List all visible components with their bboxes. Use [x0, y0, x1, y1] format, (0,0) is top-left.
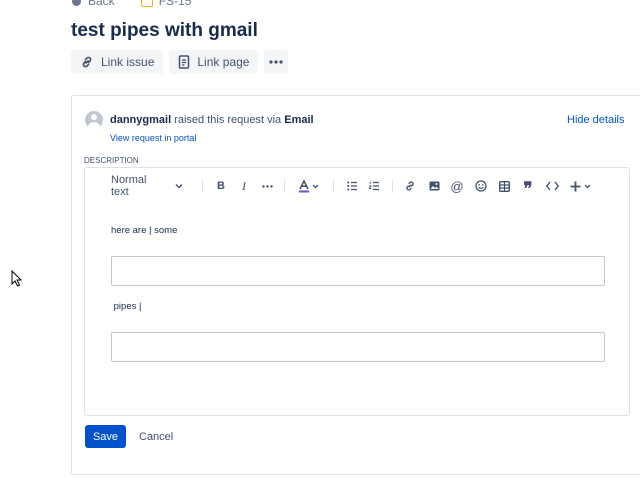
request-details-panel: dannygmail raised this request via Email…: [71, 95, 640, 475]
issue-key-link[interactable]: FS-15: [159, 0, 192, 8]
link-issue-button[interactable]: Link issue: [71, 50, 164, 74]
toolbar-divider: [202, 179, 203, 193]
bold-icon: B: [217, 180, 225, 192]
breadcrumb: Back FS-15: [72, 0, 191, 8]
editor-toolbar: Normal text B I @ ❞: [85, 168, 629, 204]
more-formatting-button[interactable]: [259, 178, 275, 194]
code-icon: [545, 181, 559, 191]
more-icon: [269, 60, 284, 64]
issue-type-icon: [140, 0, 153, 7]
insert-link-button[interactable]: [403, 178, 417, 194]
numbered-list-icon: [368, 181, 379, 191]
text-style-dropdown[interactable]: Normal text: [111, 174, 183, 198]
insert-image-button[interactable]: [427, 178, 441, 194]
text-style-label: Normal text: [111, 174, 147, 198]
page-icon: [179, 55, 190, 69]
insert-icon: [570, 181, 580, 191]
mention-button[interactable]: @: [450, 178, 464, 194]
link-page-label: Link page: [197, 55, 250, 69]
table-icon: [498, 180, 510, 192]
quote-icon: ❞: [523, 179, 533, 198]
insert-menu-button[interactable]: [569, 178, 591, 194]
bold-button[interactable]: B: [214, 178, 228, 194]
numbered-list-button[interactable]: [367, 178, 381, 194]
embedded-block[interactable]: [111, 332, 605, 362]
chevron-down-icon: [175, 184, 183, 189]
view-request-link[interactable]: View request in portal: [110, 133, 196, 143]
embedded-block[interactable]: [111, 256, 605, 286]
quote-button[interactable]: ❞: [521, 178, 535, 198]
toolbar-divider: [284, 179, 285, 193]
raised-via-text: raised this request via: [171, 114, 285, 126]
text-color-icon: [298, 179, 309, 192]
request-channel: Email: [284, 114, 314, 126]
request-raised-text: dannygmail raised this request via Email: [110, 114, 314, 126]
italic-button[interactable]: I: [237, 178, 251, 194]
toolbar-divider: [333, 179, 334, 193]
code-button[interactable]: [544, 178, 560, 194]
insert-table-button[interactable]: [497, 178, 511, 194]
more-formatting-icon: [261, 184, 273, 188]
link-icon: [82, 56, 92, 68]
emoji-icon: [475, 180, 487, 192]
save-button[interactable]: Save: [85, 425, 126, 448]
page-title: test pipes with gmail: [71, 20, 258, 41]
link-issue-label: Link issue: [101, 55, 155, 69]
cancel-button[interactable]: Cancel: [135, 425, 177, 448]
avatar: [85, 111, 103, 129]
bullet-list-button[interactable]: [345, 178, 359, 194]
description-line: here are | some: [111, 225, 178, 236]
mouse-cursor-icon: [11, 270, 22, 287]
italic-icon: I: [242, 178, 246, 193]
link-icon: [406, 181, 414, 191]
back-link[interactable]: Back: [88, 0, 115, 8]
mention-icon: @: [450, 178, 464, 194]
link-page-button[interactable]: Link page: [169, 50, 259, 74]
toolbar-divider: [392, 179, 393, 193]
back-icon[interactable]: [72, 0, 81, 6]
more-actions-button[interactable]: [264, 50, 289, 74]
emoji-button[interactable]: [474, 178, 488, 194]
chevron-down-icon: [584, 184, 590, 188]
text-color-button[interactable]: [296, 178, 320, 194]
issue-actions: Link issue Link page: [71, 50, 289, 74]
chevron-down-icon: [312, 184, 318, 188]
description-editor[interactable]: Normal text B I @ ❞ here are | some pipe…: [84, 167, 630, 416]
description-label: DESCRIPTION: [84, 156, 139, 165]
bullet-list-icon: [346, 181, 357, 191]
hide-details-link[interactable]: Hide details: [567, 114, 624, 126]
reporter-name[interactable]: dannygmail: [110, 114, 171, 126]
description-line: pipes |: [111, 301, 142, 312]
image-icon: [429, 181, 439, 191]
